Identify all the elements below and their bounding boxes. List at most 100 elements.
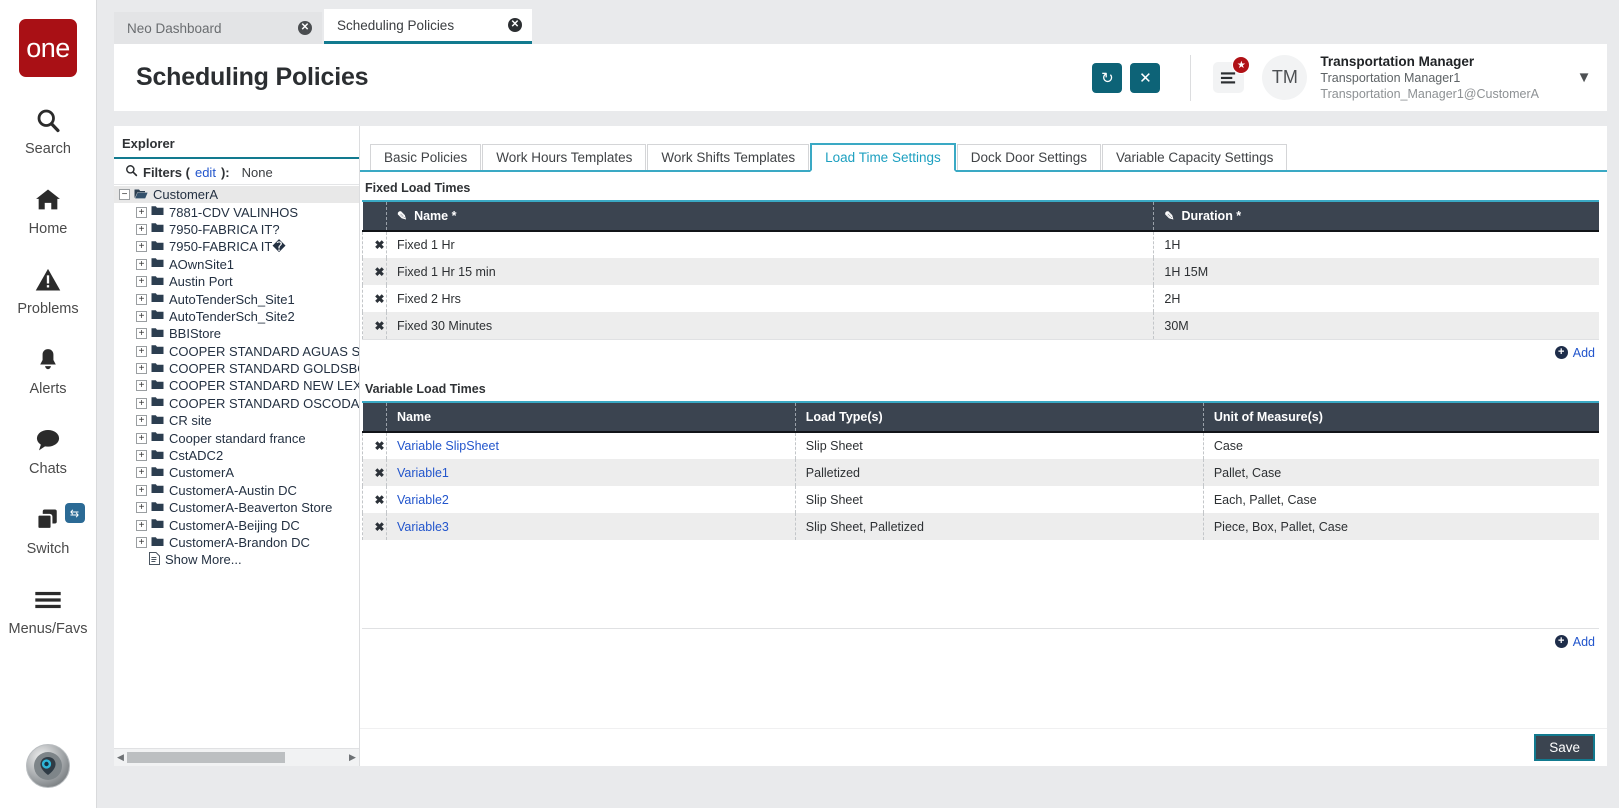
tree-node[interactable]: +CustomerA-Beijing DC	[114, 516, 359, 533]
cell-name[interactable]: Variable3	[387, 513, 796, 540]
expand-icon[interactable]: +	[136, 520, 147, 531]
tree-node[interactable]: +CustomerA	[114, 464, 359, 481]
close-icon[interactable]: ✕	[508, 18, 522, 32]
tree-node[interactable]: Show More...	[114, 551, 359, 568]
filters-edit-link[interactable]: edit	[195, 165, 216, 180]
brand-logo[interactable]: one	[19, 19, 77, 77]
delete-row-button[interactable]: ✖	[363, 231, 387, 258]
table-row[interactable]: ✖ Variable3 Slip Sheet, PalletizedPiece, B…	[363, 513, 1600, 540]
delete-row-button[interactable]: ✖	[363, 459, 387, 486]
tab-variable-capacity-settings[interactable]: Variable Capacity Settings	[1102, 144, 1287, 170]
cell-name[interactable]: Variable SlipSheet	[387, 432, 796, 459]
expand-icon[interactable]: +	[136, 415, 147, 426]
cell-name[interactable]: Fixed 1 Hr	[387, 231, 1154, 258]
expand-icon[interactable]: +	[136, 207, 147, 218]
delete-row-button[interactable]: ✖	[363, 513, 387, 540]
table-row[interactable]: ✖ Variable SlipSheet Slip SheetCase	[363, 432, 1600, 459]
expand-icon[interactable]: +	[136, 311, 147, 322]
tree-node[interactable]: +BBIStore	[114, 325, 359, 342]
cell-load-types[interactable]: Slip Sheet, Palletized	[795, 513, 1203, 540]
expand-icon[interactable]: +	[136, 502, 147, 513]
rail-user-avatar[interactable]	[26, 744, 70, 788]
refresh-button[interactable]: ↻	[1092, 63, 1122, 93]
cell-duration[interactable]: 1H	[1154, 231, 1599, 258]
tree-node[interactable]: +CR site	[114, 412, 359, 429]
tab-basic-policies[interactable]: Basic Policies	[370, 144, 481, 170]
tree-node[interactable]: +CstADC2	[114, 447, 359, 464]
rail-item-switch[interactable]: ⇆ Switch	[0, 503, 97, 557]
cell-unit-of-measure[interactable]: Piece, Box, Pallet, Case	[1203, 513, 1599, 540]
tab-load-time-settings[interactable]: Load Time Settings	[810, 143, 956, 172]
scroll-right-arrow-icon[interactable]: ▶	[346, 752, 359, 763]
delete-row-button[interactable]: ✖	[363, 285, 387, 312]
cell-link[interactable]: Variable1	[397, 466, 449, 480]
collapse-icon[interactable]: −	[119, 189, 130, 200]
cell-load-types[interactable]: Slip Sheet	[795, 432, 1203, 459]
expand-icon[interactable]: +	[136, 485, 147, 496]
delete-row-button[interactable]: ✖	[363, 258, 387, 285]
column-header-name[interactable]: Name	[387, 403, 796, 432]
table-row[interactable]: ✖ Variable1 PalletizedPallet, Case	[363, 459, 1600, 486]
user-menu-chevron-down-icon[interactable]: ▼	[1567, 61, 1601, 95]
table-row[interactable]: ✖Fixed 1 Hr 15 min1H 15M	[363, 258, 1600, 285]
column-header-load-types[interactable]: Load Type(s)	[795, 403, 1203, 432]
rail-item-menus-favs[interactable]: Menus/Favs	[0, 583, 97, 637]
expand-icon[interactable]: +	[136, 328, 147, 339]
cell-duration[interactable]: 2H	[1154, 285, 1599, 312]
table-row[interactable]: ✖ Variable2 Slip SheetEach, Pallet, Case	[363, 486, 1600, 513]
cell-link[interactable]: Variable3	[397, 520, 449, 534]
scrollbar-thumb[interactable]	[127, 752, 285, 763]
expand-icon[interactable]: +	[136, 450, 147, 461]
tree-node[interactable]: +COOPER STANDARD NEW LEXINGTON	[114, 377, 359, 394]
expand-icon[interactable]: +	[136, 363, 147, 374]
tree-node[interactable]: +CustomerA-Brandon DC	[114, 534, 359, 551]
tree-node[interactable]: +AOwnSite1	[114, 256, 359, 273]
column-header-name[interactable]: ✎ Name *	[387, 202, 1154, 231]
delete-row-button[interactable]: ✖	[363, 312, 387, 339]
cell-unit-of-measure[interactable]: Each, Pallet, Case	[1203, 486, 1599, 513]
tree-node[interactable]: +CustomerA-Beaverton Store	[114, 499, 359, 516]
delete-row-button[interactable]: ✖	[363, 432, 387, 459]
expand-icon[interactable]: +	[136, 294, 147, 305]
cell-unit-of-measure[interactable]: Case	[1203, 432, 1599, 459]
tab-work-shifts-templates[interactable]: Work Shifts Templates	[647, 144, 809, 170]
tree-node[interactable]: +AutoTenderSch_Site1	[114, 290, 359, 307]
expand-icon[interactable]: +	[136, 467, 147, 478]
cell-name[interactable]: Fixed 30 Minutes	[387, 312, 1154, 339]
tab-dock-door-settings[interactable]: Dock Door Settings	[957, 144, 1101, 170]
cell-name[interactable]: Variable2	[387, 486, 796, 513]
expand-icon[interactable]: +	[136, 276, 147, 287]
expand-icon[interactable]: +	[136, 380, 147, 391]
rail-item-search[interactable]: Search	[0, 103, 97, 157]
cell-unit-of-measure[interactable]: Pallet, Case	[1203, 459, 1599, 486]
cell-name[interactable]: Fixed 2 Hrs	[387, 285, 1154, 312]
tree-node[interactable]: −CustomerA	[114, 186, 359, 203]
scrollbar-track[interactable]	[127, 752, 346, 763]
delete-row-button[interactable]: ✖	[363, 486, 387, 513]
cell-duration[interactable]: 30M	[1154, 312, 1599, 339]
expand-icon[interactable]: +	[136, 346, 147, 357]
tab-work-hours-templates[interactable]: Work Hours Templates	[482, 144, 646, 170]
tree-node[interactable]: +AutoTenderSch_Site2	[114, 308, 359, 325]
column-header-unit-of-measure[interactable]: Unit of Measure(s)	[1203, 403, 1599, 432]
cell-link[interactable]: Variable SlipSheet	[397, 439, 499, 453]
cell-load-types[interactable]: Slip Sheet	[795, 486, 1203, 513]
table-row[interactable]: ✖Fixed 30 Minutes30M	[363, 312, 1600, 339]
tree-node[interactable]: +7950-FABRICA IT?	[114, 221, 359, 238]
explorer-horizontal-scrollbar[interactable]: ◀ ▶	[114, 748, 359, 766]
tree-node[interactable]: +COOPER STANDARD AGUAS SEALING (3	[114, 343, 359, 360]
tree-node[interactable]: +Austin Port	[114, 273, 359, 290]
tree-node[interactable]: +CustomerA-Austin DC	[114, 482, 359, 499]
rail-item-alerts[interactable]: Alerts	[0, 343, 97, 397]
expand-icon[interactable]: +	[136, 259, 147, 270]
cell-link[interactable]: Variable2	[397, 493, 449, 507]
rail-item-home[interactable]: Home	[0, 183, 97, 237]
tree-node[interactable]: +Cooper standard france	[114, 429, 359, 446]
cell-load-types[interactable]: Palletized	[795, 459, 1203, 486]
scroll-left-arrow-icon[interactable]: ◀	[114, 752, 127, 763]
table-row[interactable]: ✖Fixed 2 Hrs2H	[363, 285, 1600, 312]
add-variable-load-time-button[interactable]: + Add	[1555, 635, 1599, 649]
table-row[interactable]: ✖Fixed 1 Hr1H	[363, 231, 1600, 258]
expand-icon[interactable]: +	[136, 433, 147, 444]
cell-name[interactable]: Variable1	[387, 459, 796, 486]
